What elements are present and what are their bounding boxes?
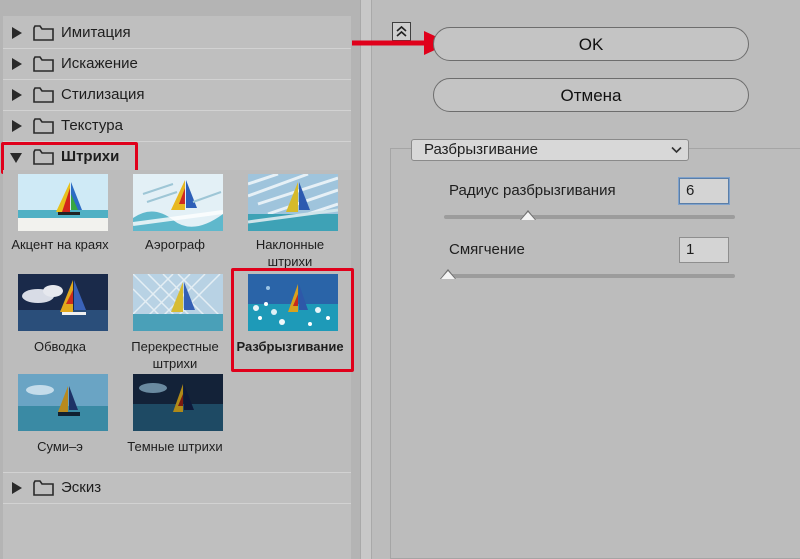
thumb-label: Темные штрихи: [127, 439, 223, 454]
filter-thumb-ink-outlines[interactable]: Обводка: [5, 270, 117, 370]
folder-label: Текстура: [61, 117, 123, 134]
smoothness-slider-handle-fill[interactable]: [441, 271, 455, 279]
thumb-image: [133, 174, 223, 231]
folder-row-imitation[interactable]: Имитация: [3, 18, 351, 49]
smoothness-slider[interactable]: [444, 274, 735, 278]
filter-select-value: Разбрызгивание: [424, 141, 538, 158]
folder-label: Искажение: [61, 55, 138, 72]
folder-icon: [33, 25, 54, 41]
smoothness-input[interactable]: 1: [679, 237, 729, 263]
filter-thumb-airbrush[interactable]: Аэрограф: [120, 170, 232, 270]
expand-arrow-icon[interactable]: [12, 120, 22, 132]
thumb-label: Акцент на краях: [11, 237, 109, 252]
filter-gallery-panel: Имитация Искажение Стилизация Текстура Ш…: [0, 0, 360, 559]
filter-select[interactable]: Разбрызгивание: [411, 139, 689, 161]
folder-label: Эскиз: [61, 479, 102, 496]
folder-label: Стилизация: [61, 86, 145, 103]
thumb-image: [248, 174, 338, 231]
thumb-label: Перекрестные штрихи: [131, 339, 219, 371]
chevron-down-icon: [671, 146, 682, 154]
folder-row-sketch[interactable]: Эскиз: [3, 472, 351, 504]
spray-radius-slider[interactable]: [444, 215, 735, 219]
spray-radius-input[interactable]: 6: [679, 178, 729, 204]
folder-icon: [33, 87, 54, 103]
filter-thumb-accent-edges[interactable]: Акцент на краях: [5, 170, 117, 270]
thumb-image: [18, 274, 108, 331]
folder-icon: [33, 480, 54, 496]
cancel-button[interactable]: Отмена: [433, 78, 749, 112]
filter-thumb-angled-strokes[interactable]: Наклонные штрихи: [235, 170, 347, 270]
folder-icon: [33, 56, 54, 72]
thumb-image: [18, 174, 108, 231]
thumb-label: Обводка: [33, 339, 87, 354]
ok-button[interactable]: OK: [433, 27, 749, 61]
expand-arrow-icon[interactable]: [12, 27, 22, 39]
folder-label: Имитация: [61, 24, 131, 41]
expand-arrow-icon[interactable]: [12, 58, 22, 70]
expand-arrow-icon[interactable]: [12, 89, 22, 101]
folder-row-texture[interactable]: Текстура: [3, 111, 351, 142]
filter-thumb-crosshatch[interactable]: Перекрестные штрихи: [120, 270, 232, 371]
folder-row-stylize[interactable]: Стилизация: [3, 80, 351, 111]
filter-thumb-sumi-e[interactable]: Суми–э: [5, 370, 117, 470]
thumb-image: [133, 374, 223, 431]
expand-arrow-icon[interactable]: [12, 482, 22, 494]
spray-radius-label: Радиус разбрызгивания: [449, 182, 616, 199]
thumb-image: [133, 274, 223, 331]
thumb-label: Наклонные штрихи: [255, 237, 325, 269]
highlight-selected-filter: [231, 268, 354, 372]
thumb-image: [18, 374, 108, 431]
folder-row-distortion[interactable]: Искажение: [3, 49, 351, 80]
thumb-label: Аэрограф: [145, 237, 205, 252]
filter-settings-panel: [390, 148, 800, 559]
filter-thumb-dark-strokes[interactable]: Темные штрихи: [120, 370, 232, 470]
smoothness-label: Смягчение: [449, 241, 525, 258]
thumb-label: Суми–э: [37, 439, 83, 454]
panel-divider[interactable]: [360, 0, 372, 559]
folder-icon: [33, 118, 54, 134]
spray-radius-slider-handle-fill[interactable]: [521, 212, 536, 220]
